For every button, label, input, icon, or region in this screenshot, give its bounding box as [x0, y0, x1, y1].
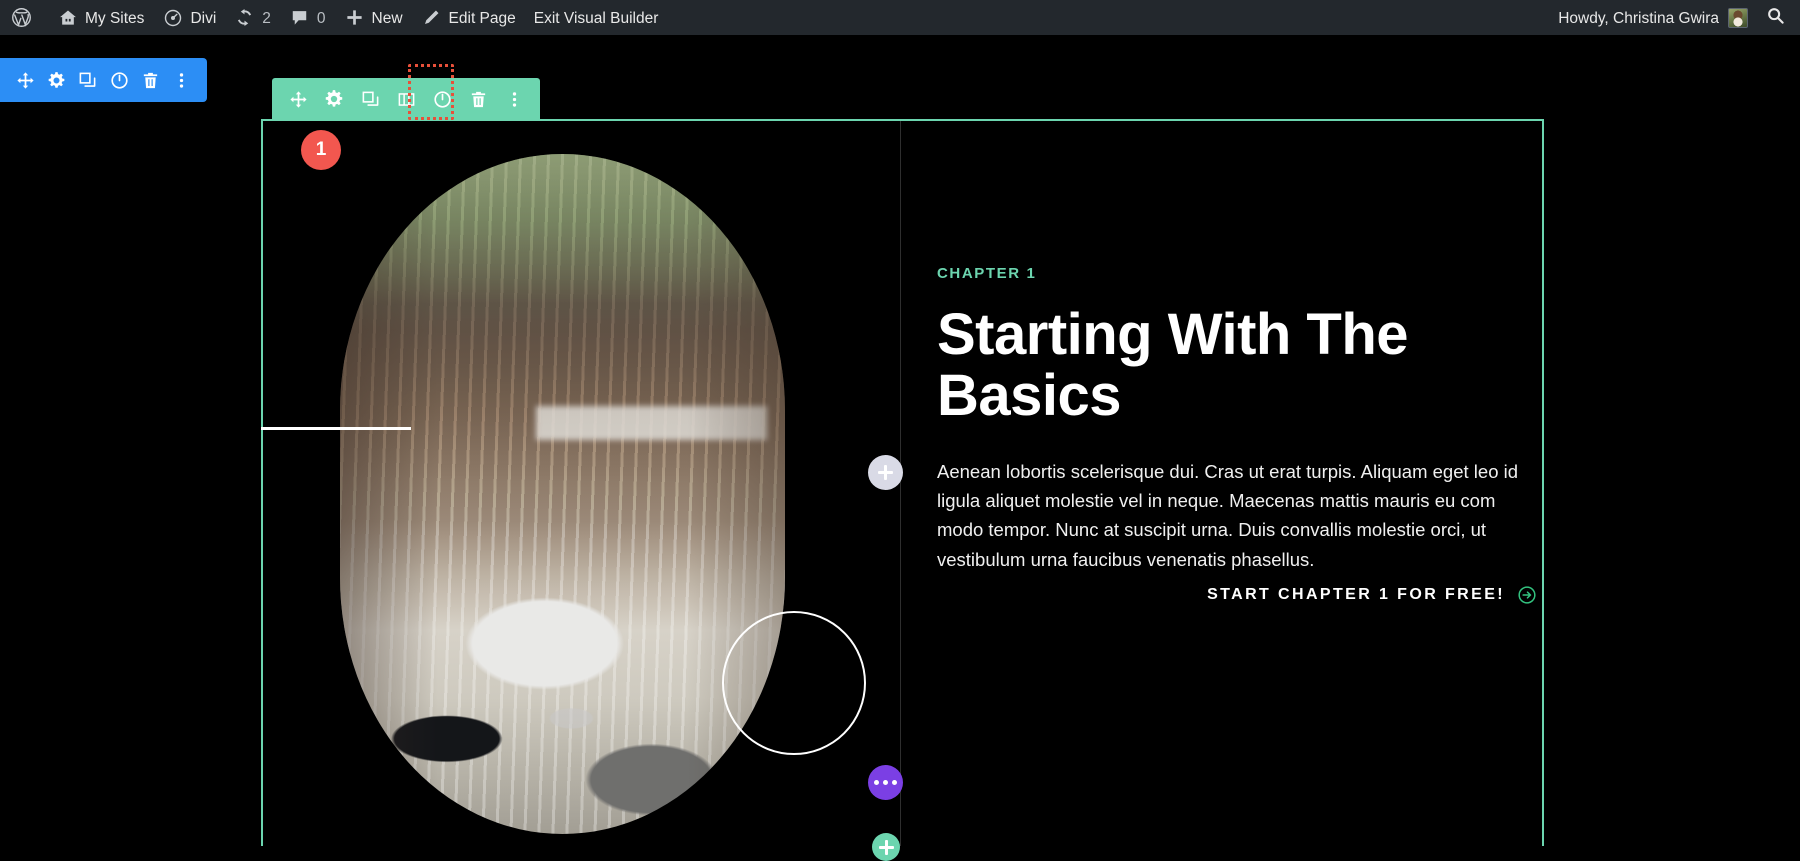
wordpress-icon: [11, 7, 32, 28]
arrow-circle-right-icon: [1517, 585, 1537, 605]
divi-icon: [162, 7, 183, 28]
comments-item[interactable]: 0: [280, 0, 335, 35]
account-menu[interactable]: Howdy, Christina Gwira: [1548, 0, 1758, 35]
admin-bar-right-group: Howdy, Christina Gwira: [1548, 0, 1800, 35]
edit-page-item[interactable]: Edit Page: [412, 0, 525, 35]
trash-icon[interactable]: [137, 67, 163, 93]
section-toolbar[interactable]: [272, 64, 540, 120]
wp-admin-bar: My Sites Divi 2 0 New Edit Page Exit Vis…: [0, 0, 1800, 35]
search-button[interactable]: [1758, 0, 1792, 35]
my-sites-item[interactable]: My Sites: [48, 0, 153, 35]
search-icon: [1766, 6, 1785, 30]
columns-icon[interactable]: [393, 86, 419, 112]
cta-label: START CHAPTER 1 FOR FREE!: [1207, 586, 1505, 603]
photo-overlay: [340, 154, 785, 834]
ellipsis-icon: [874, 780, 897, 785]
plus-icon: [878, 465, 893, 480]
admin-bar-left-group: My Sites Divi 2 0 New Edit Page Exit Vis…: [0, 0, 667, 35]
plus-icon: [878, 839, 894, 855]
photo-window-detail: [535, 405, 768, 440]
comments-count: 0: [316, 9, 326, 27]
comments-icon: [289, 7, 310, 28]
my-sites-label: My Sites: [85, 9, 145, 27]
step-badge-1: 1: [301, 130, 341, 170]
text-column: CHAPTER 1 Starting With The Basics Aenea…: [937, 265, 1537, 604]
plus-icon: [344, 7, 365, 28]
new-item[interactable]: New: [335, 0, 412, 35]
more-vertical-icon[interactable]: [501, 86, 527, 112]
eyebrow-text: CHAPTER 1: [937, 265, 1037, 282]
sites-icon: [57, 7, 78, 28]
row-settings-button[interactable]: [868, 765, 903, 800]
edit-page-label: Edit Page: [448, 9, 516, 27]
updates-item[interactable]: 2: [225, 0, 280, 35]
gear-icon[interactable]: [321, 86, 347, 112]
exit-visual-builder-label: Exit Visual Builder: [533, 9, 659, 27]
add-module-button[interactable]: [868, 455, 903, 490]
move-page-icon[interactable]: [13, 67, 39, 93]
pencil-icon: [421, 7, 442, 28]
cta-link[interactable]: START CHAPTER 1 FOR FREE!: [1207, 585, 1537, 605]
gear-icon[interactable]: [44, 67, 70, 93]
more-vertical-icon[interactable]: [168, 67, 194, 93]
add-section-button[interactable]: [872, 833, 900, 861]
duplicate-icon[interactable]: [75, 67, 101, 93]
divi-label: Divi: [190, 9, 217, 27]
accent-circle: [722, 611, 866, 755]
accent-line: [261, 427, 411, 430]
power-icon[interactable]: [429, 86, 455, 112]
updates-icon: [234, 7, 255, 28]
desk-photo-oval: [340, 154, 785, 834]
howdy-label: Howdy, Christina Gwira: [1558, 9, 1719, 27]
divi-item[interactable]: Divi: [153, 0, 225, 35]
body-paragraph: Aenean lobortis scelerisque dui. Cras ut…: [937, 460, 1519, 570]
column-divider: [900, 121, 901, 846]
exit-visual-builder-item[interactable]: Exit Visual Builder: [525, 0, 668, 35]
wordpress-logo-item[interactable]: [0, 0, 48, 35]
trash-icon[interactable]: [465, 86, 491, 112]
page-settings-toolbar[interactable]: [0, 58, 207, 102]
duplicate-icon[interactable]: [357, 86, 383, 112]
updates-count: 2: [262, 9, 271, 27]
page-title: Starting With The Basics: [937, 302, 1409, 429]
move-section-icon[interactable]: [285, 86, 311, 112]
new-label: New: [371, 9, 403, 27]
power-icon[interactable]: [106, 67, 132, 93]
avatar: [1728, 7, 1748, 28]
